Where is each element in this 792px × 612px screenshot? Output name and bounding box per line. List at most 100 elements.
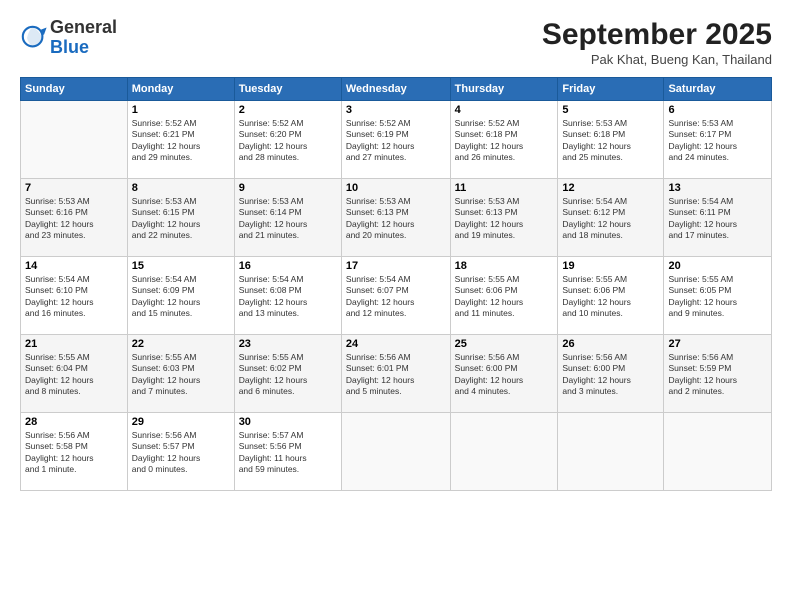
day-number: 3: [346, 104, 446, 116]
day-number: 15: [132, 260, 230, 272]
day-info: Sunrise: 5:54 AM Sunset: 6:09 PM Dayligh…: [132, 274, 230, 320]
page: General Blue September 2025 Pak Khat, Bu…: [0, 0, 792, 612]
table-row: 14 Sunrise: 5:54 AM Sunset: 6:10 PM Dayli…: [21, 257, 128, 335]
table-row: [664, 413, 772, 491]
day-info: Sunrise: 5:53 AM Sunset: 6:16 PM Dayligh…: [25, 196, 123, 242]
day-info: Sunrise: 5:54 AM Sunset: 6:11 PM Dayligh…: [668, 196, 767, 242]
table-row: 7 Sunrise: 5:53 AM Sunset: 6:16 PM Daylig…: [21, 179, 128, 257]
day-number: 7: [25, 182, 123, 194]
table-row: [341, 413, 450, 491]
col-saturday: Saturday: [664, 78, 772, 101]
table-row: 1Sunrise: 5:52 AM Sunset: 6:21 PM Daylig…: [127, 101, 234, 179]
table-row: [21, 101, 128, 179]
day-info: Sunrise: 5:52 AM Sunset: 6:19 PM Dayligh…: [346, 118, 446, 164]
day-number: 14: [25, 260, 123, 272]
table-row: 4 Sunrise: 5:52 AM Sunset: 6:18 PM Daylig…: [450, 101, 558, 179]
day-number: 20: [668, 260, 767, 272]
table-row: 8Sunrise: 5:53 AM Sunset: 6:15 PM Daylig…: [127, 179, 234, 257]
calendar-week-row: 14 Sunrise: 5:54 AM Sunset: 6:10 PM Dayli…: [21, 257, 772, 335]
calendar-week-row: 21 Sunrise: 5:55 AM Sunset: 6:04 PM Dayli…: [21, 335, 772, 413]
day-number: 30: [239, 416, 337, 428]
table-row: 27Sunrise: 5:56 AM Sunset: 5:59 PM Dayli…: [664, 335, 772, 413]
day-info: Sunrise: 5:55 AM Sunset: 6:02 PM Dayligh…: [239, 352, 337, 398]
day-number: 12: [562, 182, 659, 194]
table-row: 22Sunrise: 5:55 AM Sunset: 6:03 PM Dayli…: [127, 335, 234, 413]
table-row: 2 Sunrise: 5:52 AM Sunset: 6:20 PM Daylig…: [234, 101, 341, 179]
col-friday: Friday: [558, 78, 664, 101]
table-row: 15 Sunrise: 5:54 AM Sunset: 6:09 PM Dayli…: [127, 257, 234, 335]
month-title: September 2025: [542, 18, 772, 52]
table-row: 18Sunrise: 5:55 AM Sunset: 6:06 PM Dayli…: [450, 257, 558, 335]
table-row: 25Sunrise: 5:56 AM Sunset: 6:00 PM Dayli…: [450, 335, 558, 413]
table-row: 20Sunrise: 5:55 AM Sunset: 6:05 PM Dayli…: [664, 257, 772, 335]
day-info: Sunrise: 5:52 AM Sunset: 6:18 PM Dayligh…: [455, 118, 554, 164]
col-monday: Monday: [127, 78, 234, 101]
day-number: 28: [25, 416, 123, 428]
day-number: 13: [668, 182, 767, 194]
day-info: Sunrise: 5:54 AM Sunset: 6:10 PM Dayligh…: [25, 274, 123, 320]
table-row: [558, 413, 664, 491]
col-thursday: Thursday: [450, 78, 558, 101]
day-number: 19: [562, 260, 659, 272]
table-row: 19 Sunrise: 5:55 AM Sunset: 6:06 PM Dayli…: [558, 257, 664, 335]
day-number: 9: [239, 182, 337, 194]
day-info: Sunrise: 5:56 AM Sunset: 6:00 PM Dayligh…: [455, 352, 554, 398]
day-info: Sunrise: 5:55 AM Sunset: 6:04 PM Dayligh…: [25, 352, 123, 398]
day-number: 26: [562, 338, 659, 350]
day-number: 16: [239, 260, 337, 272]
logo-icon: [20, 24, 48, 52]
day-info: Sunrise: 5:54 AM Sunset: 6:07 PM Dayligh…: [346, 274, 446, 320]
logo: General Blue: [20, 18, 117, 58]
day-info: Sunrise: 5:56 AM Sunset: 5:58 PM Dayligh…: [25, 430, 123, 476]
day-number: 21: [25, 338, 123, 350]
col-tuesday: Tuesday: [234, 78, 341, 101]
table-row: 10Sunrise: 5:53 AM Sunset: 6:13 PM Dayli…: [341, 179, 450, 257]
day-number: 23: [239, 338, 337, 350]
table-row: 5 Sunrise: 5:53 AM Sunset: 6:18 PM Daylig…: [558, 101, 664, 179]
table-row: 11 Sunrise: 5:53 AM Sunset: 6:13 PM Dayli…: [450, 179, 558, 257]
day-info: Sunrise: 5:56 AM Sunset: 5:57 PM Dayligh…: [132, 430, 230, 476]
day-info: Sunrise: 5:55 AM Sunset: 6:06 PM Dayligh…: [562, 274, 659, 320]
day-number: 8: [132, 182, 230, 194]
logo-general-text: General: [50, 18, 117, 38]
day-number: 4: [455, 104, 554, 116]
table-row: 12 Sunrise: 5:54 AM Sunset: 6:12 PM Dayli…: [558, 179, 664, 257]
calendar-table: Sunday Monday Tuesday Wednesday Thursday…: [20, 77, 772, 491]
table-row: 3 Sunrise: 5:52 AM Sunset: 6:19 PM Daylig…: [341, 101, 450, 179]
table-row: 26Sunrise: 5:56 AM Sunset: 6:00 PM Dayli…: [558, 335, 664, 413]
calendar-week-row: 1Sunrise: 5:52 AM Sunset: 6:21 PM Daylig…: [21, 101, 772, 179]
col-wednesday: Wednesday: [341, 78, 450, 101]
day-info: Sunrise: 5:52 AM Sunset: 6:21 PM Dayligh…: [132, 118, 230, 164]
col-sunday: Sunday: [21, 78, 128, 101]
day-info: Sunrise: 5:54 AM Sunset: 6:08 PM Dayligh…: [239, 274, 337, 320]
day-info: Sunrise: 5:56 AM Sunset: 6:01 PM Dayligh…: [346, 352, 446, 398]
table-row: 23 Sunrise: 5:55 AM Sunset: 6:02 PM Dayli…: [234, 335, 341, 413]
day-number: 5: [562, 104, 659, 116]
calendar-header-row: Sunday Monday Tuesday Wednesday Thursday…: [21, 78, 772, 101]
day-number: 24: [346, 338, 446, 350]
day-info: Sunrise: 5:53 AM Sunset: 6:13 PM Dayligh…: [455, 196, 554, 242]
table-row: 30 Sunrise: 5:57 AM Sunset: 5:56 PM Dayli…: [234, 413, 341, 491]
table-row: 28 Sunrise: 5:56 AM Sunset: 5:58 PM Dayli…: [21, 413, 128, 491]
day-info: Sunrise: 5:53 AM Sunset: 6:17 PM Dayligh…: [668, 118, 767, 164]
logo-blue-text: Blue: [50, 38, 117, 58]
table-row: 6 Sunrise: 5:53 AM Sunset: 6:17 PM Daylig…: [664, 101, 772, 179]
day-info: Sunrise: 5:56 AM Sunset: 5:59 PM Dayligh…: [668, 352, 767, 398]
table-row: 29Sunrise: 5:56 AM Sunset: 5:57 PM Dayli…: [127, 413, 234, 491]
table-row: 17Sunrise: 5:54 AM Sunset: 6:07 PM Dayli…: [341, 257, 450, 335]
table-row: 16 Sunrise: 5:54 AM Sunset: 6:08 PM Dayli…: [234, 257, 341, 335]
day-number: 6: [668, 104, 767, 116]
day-number: 11: [455, 182, 554, 194]
day-info: Sunrise: 5:52 AM Sunset: 6:20 PM Dayligh…: [239, 118, 337, 164]
day-info: Sunrise: 5:53 AM Sunset: 6:13 PM Dayligh…: [346, 196, 446, 242]
day-info: Sunrise: 5:54 AM Sunset: 6:12 PM Dayligh…: [562, 196, 659, 242]
table-row: 21 Sunrise: 5:55 AM Sunset: 6:04 PM Dayli…: [21, 335, 128, 413]
location: Pak Khat, Bueng Kan, Thailand: [542, 52, 772, 67]
day-info: Sunrise: 5:55 AM Sunset: 6:06 PM Dayligh…: [455, 274, 554, 320]
title-block: September 2025 Pak Khat, Bueng Kan, Thai…: [542, 18, 772, 67]
table-row: [450, 413, 558, 491]
day-info: Sunrise: 5:53 AM Sunset: 6:18 PM Dayligh…: [562, 118, 659, 164]
calendar-week-row: 7 Sunrise: 5:53 AM Sunset: 6:16 PM Daylig…: [21, 179, 772, 257]
day-info: Sunrise: 5:57 AM Sunset: 5:56 PM Dayligh…: [239, 430, 337, 476]
day-number: 2: [239, 104, 337, 116]
